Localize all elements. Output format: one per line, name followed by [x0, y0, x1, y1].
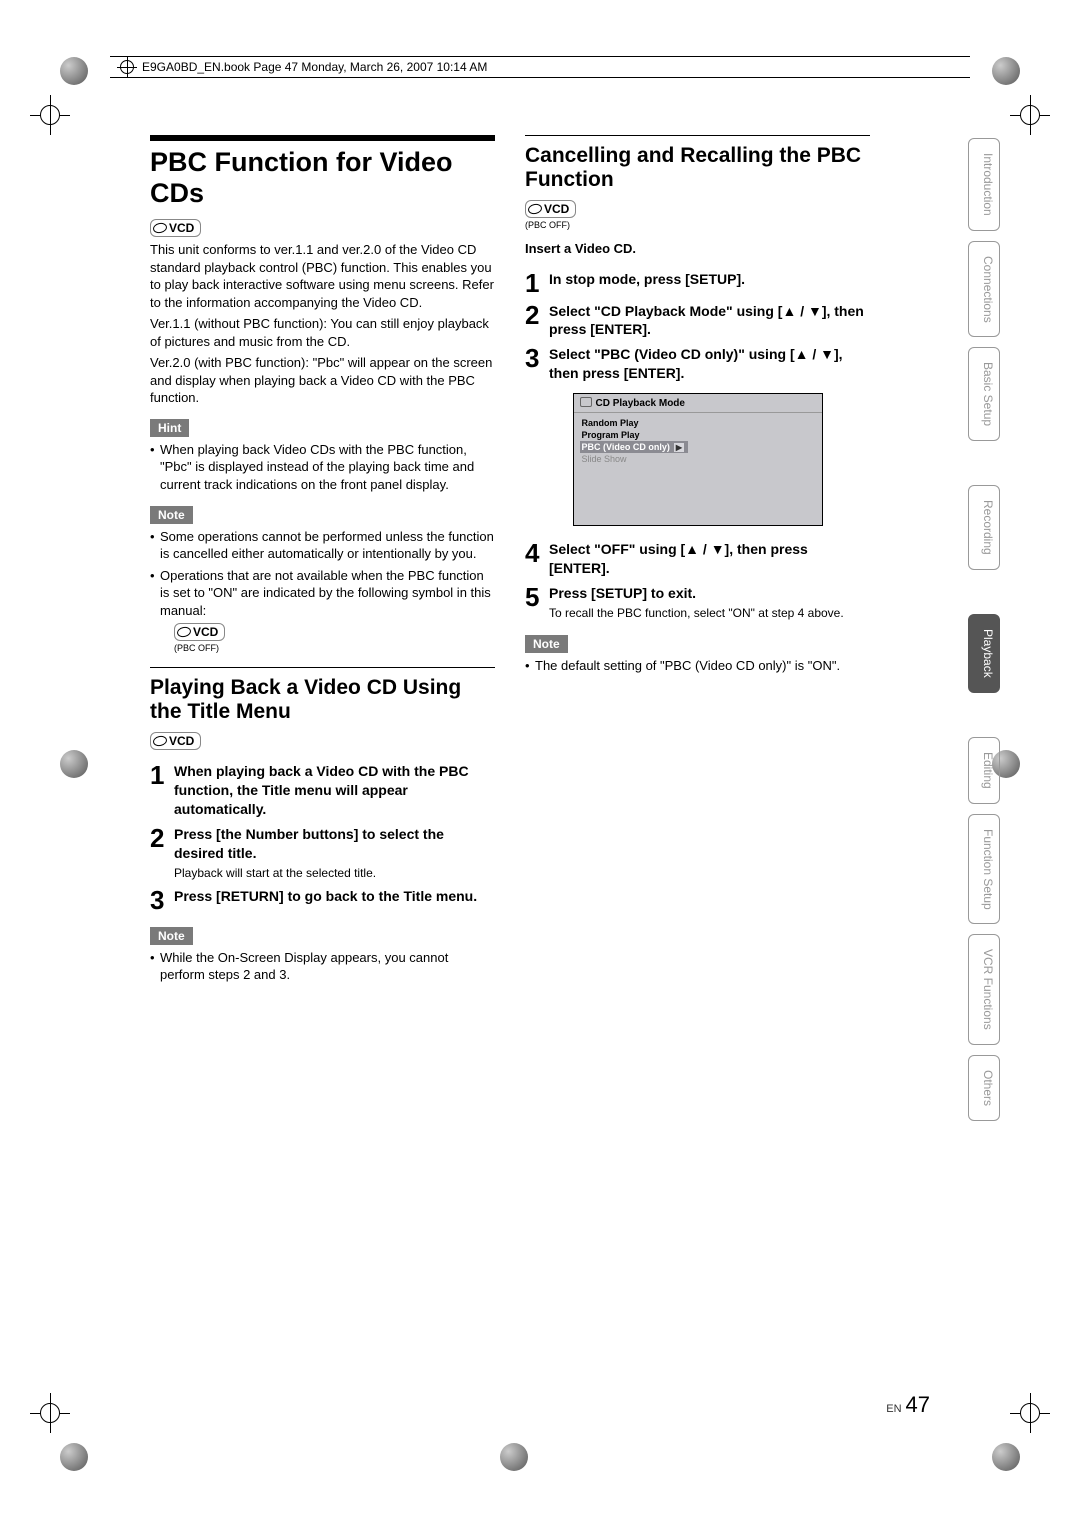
- right-column: Cancelling and Recalling the PBC Functio…: [525, 135, 870, 1365]
- page-number: EN47: [886, 1392, 930, 1418]
- hint-item: When playing back Video CDs with the PBC…: [150, 441, 495, 494]
- hint-label: Hint: [150, 419, 189, 437]
- book-header: E9GA0BD_EN.book Page 47 Monday, March 26…: [110, 56, 970, 78]
- crop-mark: [1010, 95, 1050, 135]
- crop-mark: [30, 1393, 70, 1433]
- step-subtext: Playback will start at the selected titl…: [174, 865, 495, 881]
- register-dot: [500, 1443, 528, 1471]
- crop-mark: [30, 95, 70, 135]
- submenu-arrow-icon: ▶: [674, 443, 684, 452]
- icon-caption: (PBC OFF): [174, 643, 495, 653]
- menu-item: Random Play: [580, 417, 816, 429]
- step-3: 3 Press [RETURN] to go back to the Title…: [150, 887, 495, 913]
- step-5: 5Press [SETUP] to exit. To recall the PB…: [525, 584, 870, 621]
- step-2: 2 Press [the Number buttons] to select t…: [150, 825, 495, 881]
- note-label: Note: [525, 635, 568, 653]
- note-item: While the On-Screen Display appears, you…: [150, 949, 495, 984]
- body-text: Ver.2.0 (with PBC function): "Pbc" will …: [150, 354, 495, 407]
- step-1: 1In stop mode, press [SETUP].: [525, 270, 870, 296]
- note-item: Operations that are not available when t…: [150, 567, 495, 620]
- vcd-pbcoff-icon: VCD: [174, 623, 225, 641]
- tab-playback[interactable]: Playback: [968, 614, 1000, 693]
- step-1: 1 When playing back a Video CD with the …: [150, 762, 495, 819]
- body-text: This unit conforms to ver.1.1 and ver.2.…: [150, 241, 495, 311]
- side-tabs: Introduction Connections Basic Setup Rec…: [968, 138, 1000, 1121]
- note-item: The default setting of "PBC (Video CD on…: [525, 657, 870, 675]
- vcd-icon: VCD: [150, 219, 201, 237]
- left-column: PBC Function for Video CDs VCD This unit…: [150, 135, 495, 1365]
- body-text: Ver.1.1 (without PBC function): You can …: [150, 315, 495, 350]
- step-3: 3Select "PBC (Video CD only)" using [▲ /…: [525, 345, 870, 383]
- step-4: 4Select "OFF" using [▲ / ▼], then press …: [525, 540, 870, 578]
- register-dot: [60, 750, 88, 778]
- register-dot: [60, 1443, 88, 1471]
- note-item: Some operations cannot be performed unle…: [150, 528, 495, 563]
- tab-introduction[interactable]: Introduction: [968, 138, 1000, 231]
- note-label: Note: [150, 927, 193, 945]
- menu-title: CD Playback Mode: [574, 394, 822, 413]
- disc-mini-icon: [580, 397, 592, 407]
- section-title: PBC Function for Video CDs: [150, 147, 495, 209]
- vcd-icon: VCD: [150, 732, 201, 750]
- instruction: Insert a Video CD.: [525, 240, 870, 258]
- step-2: 2Select "CD Playback Mode" using [▲ / ▼]…: [525, 302, 870, 340]
- tab-basic-setup[interactable]: Basic Setup: [968, 347, 1000, 441]
- icon-caption: (PBC OFF): [525, 220, 870, 230]
- register-dot: [992, 1443, 1020, 1471]
- vcd-pbcoff-icon: VCD: [525, 200, 576, 218]
- menu-item: Program Play: [580, 429, 816, 441]
- tab-recording[interactable]: Recording: [968, 485, 1000, 570]
- step-subtext: To recall the PBC function, select "ON" …: [549, 605, 844, 621]
- tab-others[interactable]: Others: [968, 1055, 1000, 1121]
- onscreen-menu: CD Playback Mode Random Play Program Pla…: [573, 393, 823, 526]
- subsection-title: Cancelling and Recalling the PBC Functio…: [525, 135, 870, 192]
- menu-item-disabled: Slide Show: [580, 453, 816, 465]
- tab-function-setup[interactable]: Function Setup: [968, 814, 1000, 925]
- book-header-text: E9GA0BD_EN.book Page 47 Monday, March 26…: [142, 60, 487, 74]
- note-label: Note: [150, 506, 193, 524]
- tab-connections[interactable]: Connections: [968, 241, 1000, 338]
- register-dot: [60, 57, 88, 85]
- tab-editing[interactable]: Editing: [968, 737, 1000, 804]
- target-icon: [120, 60, 134, 74]
- register-dot: [992, 57, 1020, 85]
- crop-mark: [1010, 1393, 1050, 1433]
- tab-vcr-functions[interactable]: VCR Functions: [968, 934, 1000, 1045]
- menu-item-selected: PBC (Video CD only)▶: [580, 441, 689, 453]
- subsection-title: Playing Back a Video CD Using the Title …: [150, 667, 495, 724]
